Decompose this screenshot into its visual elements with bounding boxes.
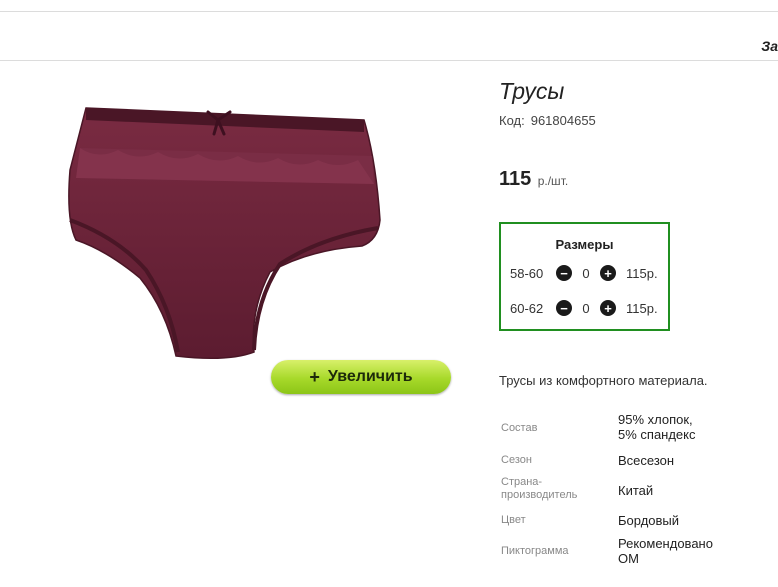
zoom-button[interactable]: + Увеличить bbox=[271, 360, 451, 394]
property-value: 95% хлопок, 5% спандекс bbox=[618, 412, 696, 442]
sizes-title: Размеры bbox=[555, 237, 614, 252]
plus-icon: + bbox=[309, 366, 320, 387]
product-price: 115 р./шт. bbox=[499, 168, 568, 191]
plus-icon[interactable]: + bbox=[600, 300, 616, 316]
size-row: 58-60 − 0 + 115р. bbox=[510, 264, 658, 282]
property-value: Рекомендовано ОМ bbox=[618, 536, 713, 566]
property-value: Китай bbox=[618, 483, 654, 498]
property-key: Цвет bbox=[501, 514, 526, 526]
quantity-value[interactable]: 0 bbox=[576, 301, 596, 316]
size-label: 58-60 bbox=[510, 265, 544, 281]
size-price: 115р. bbox=[626, 300, 658, 316]
plus-icon[interactable]: + bbox=[600, 265, 616, 281]
property-value: Бордовый bbox=[618, 513, 680, 528]
property-key: Состав bbox=[501, 422, 538, 434]
code-label: Код: bbox=[499, 113, 525, 128]
size-label: 60-62 bbox=[510, 300, 544, 316]
product-title: Трусы bbox=[499, 78, 565, 104]
minus-icon[interactable]: − bbox=[556, 300, 572, 316]
size-price: 115р. bbox=[626, 265, 658, 281]
price-amount: 115 bbox=[499, 168, 532, 190]
product-code: Код: 961804655 bbox=[499, 113, 596, 128]
code-value: 961804655 bbox=[530, 113, 596, 128]
header-bar: За bbox=[0, 12, 778, 61]
property-key: Пиктограмма bbox=[501, 545, 569, 557]
size-row: 60-62 − 0 + 115р. bbox=[510, 299, 658, 317]
property-key: Сезон bbox=[501, 454, 532, 466]
product-description: Трусы из комфортного материала. bbox=[499, 373, 708, 388]
property-value: Всесезон bbox=[618, 453, 675, 468]
sizes-panel: Размеры 58-60 − 0 + 115р. 60-62 − 0 + 11… bbox=[499, 222, 670, 331]
header-menu-item[interactable]: За bbox=[761, 38, 778, 54]
minus-icon[interactable]: − bbox=[556, 265, 572, 281]
property-key: Страна- производитель bbox=[501, 476, 578, 501]
price-unit: р./шт. bbox=[537, 174, 569, 188]
zoom-button-label: Увеличить bbox=[327, 368, 413, 385]
quantity-value[interactable]: 0 bbox=[576, 266, 596, 281]
product-image[interactable] bbox=[58, 100, 388, 362]
